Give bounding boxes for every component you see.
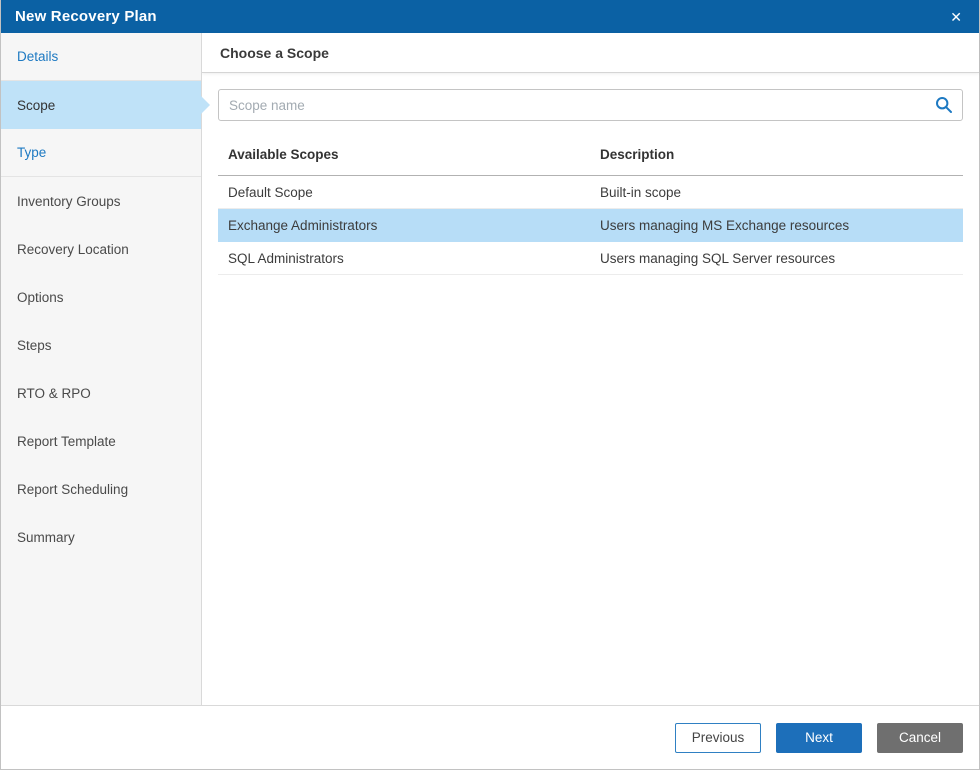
footer: Previous Next Cancel: [1, 705, 979, 769]
sidebar-item-options[interactable]: Options: [1, 273, 201, 321]
table-row[interactable]: SQL Administrators Users managing SQL Se…: [218, 242, 963, 275]
page-title: Choose a Scope: [220, 45, 329, 61]
scope-name: Exchange Administrators: [228, 218, 600, 233]
scope-description: Users managing MS Exchange resources: [600, 218, 953, 233]
column-header-available-scopes[interactable]: Available Scopes: [228, 147, 600, 162]
content-area: Choose a Scope Available Scopes: [202, 33, 979, 705]
search-input[interactable]: [218, 89, 963, 121]
sidebar-item-label: Inventory Groups: [17, 194, 121, 209]
sidebar-item-label: Summary: [17, 530, 75, 545]
content-header: Choose a Scope: [202, 33, 979, 73]
next-button[interactable]: Next: [776, 723, 862, 753]
dialog-body: Details Scope Type Inventory Groups Reco…: [1, 33, 979, 705]
sidebar-item-scope[interactable]: Scope: [1, 81, 201, 129]
new-recovery-plan-dialog: New Recovery Plan ✕ Details Scope Type I…: [0, 0, 980, 770]
sidebar-item-label: Details: [17, 49, 58, 64]
table-header-row: Available Scopes Description: [218, 135, 963, 176]
sidebar-item-label: Scope: [17, 98, 55, 113]
previous-button[interactable]: Previous: [675, 723, 761, 753]
cancel-button[interactable]: Cancel: [877, 723, 963, 753]
search-icon[interactable]: [935, 96, 953, 114]
scopes-table: Available Scopes Description Default Sco…: [218, 135, 963, 275]
sidebar-item-report-scheduling[interactable]: Report Scheduling: [1, 465, 201, 513]
sidebar-item-label: Report Scheduling: [17, 482, 128, 497]
sidebar-item-label: Recovery Location: [17, 242, 129, 257]
table-row[interactable]: Default Scope Built-in scope: [218, 176, 963, 209]
scope-name: Default Scope: [228, 185, 600, 200]
scope-description: Users managing SQL Server resources: [600, 251, 953, 266]
sidebar-item-label: Type: [17, 145, 46, 160]
content-body: Available Scopes Description Default Sco…: [202, 73, 979, 705]
dialog-title: New Recovery Plan: [15, 8, 157, 25]
scope-search: [218, 89, 963, 121]
table-row[interactable]: Exchange Administrators Users managing M…: [218, 209, 963, 242]
sidebar-item-summary[interactable]: Summary: [1, 513, 201, 561]
sidebar-item-label: Steps: [17, 338, 52, 353]
sidebar-item-report-template[interactable]: Report Template: [1, 417, 201, 465]
sidebar-item-type[interactable]: Type: [1, 129, 201, 177]
scope-description: Built-in scope: [600, 185, 953, 200]
close-icon[interactable]: ✕: [947, 8, 965, 26]
sidebar-item-steps[interactable]: Steps: [1, 321, 201, 369]
wizard-steps-sidebar: Details Scope Type Inventory Groups Reco…: [1, 33, 202, 705]
sidebar-item-inventory-groups[interactable]: Inventory Groups: [1, 177, 201, 225]
sidebar-item-recovery-location[interactable]: Recovery Location: [1, 225, 201, 273]
sidebar-item-details[interactable]: Details: [1, 33, 201, 81]
sidebar-item-label: RTO & RPO: [17, 386, 91, 401]
scope-name: SQL Administrators: [228, 251, 600, 266]
column-header-description[interactable]: Description: [600, 147, 953, 162]
sidebar-item-label: Options: [17, 290, 64, 305]
titlebar: New Recovery Plan ✕: [1, 0, 979, 33]
sidebar-item-rto-rpo[interactable]: RTO & RPO: [1, 369, 201, 417]
sidebar-item-label: Report Template: [17, 434, 116, 449]
